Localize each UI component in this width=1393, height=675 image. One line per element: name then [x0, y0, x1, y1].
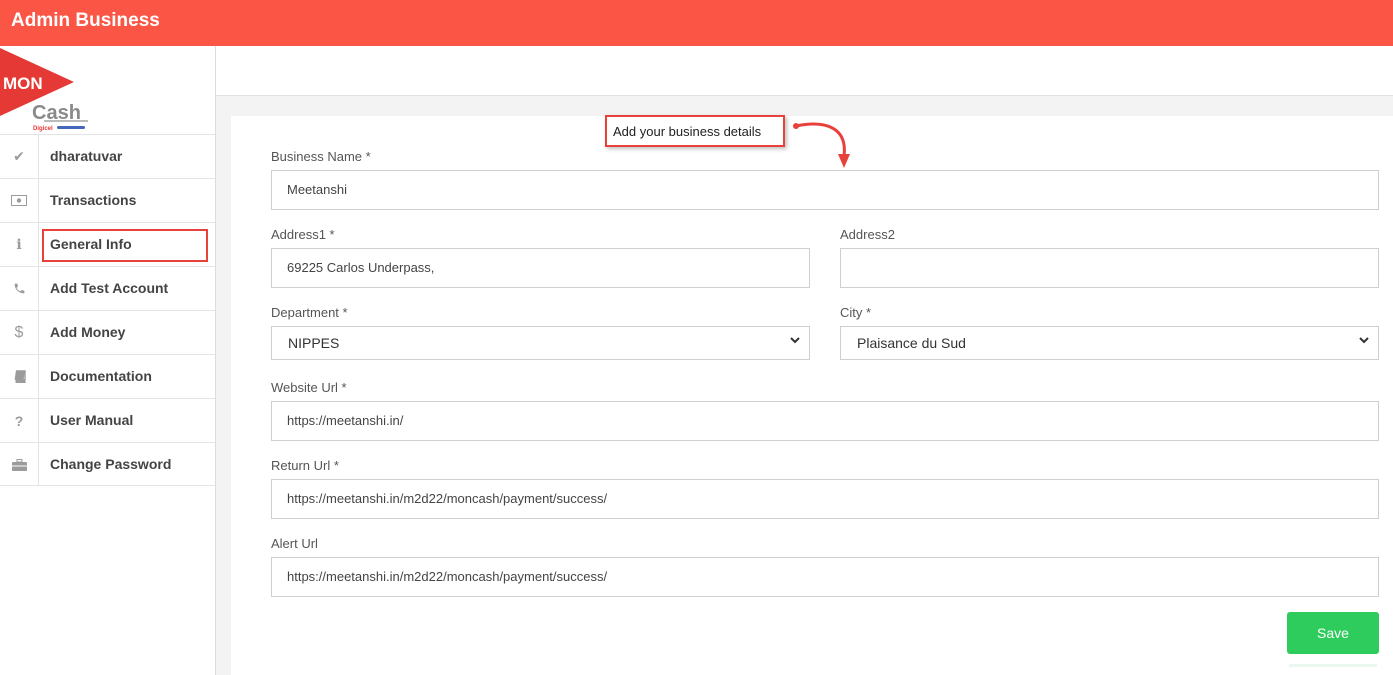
address2-label: Address2: [840, 227, 895, 242]
sidebar-item-user-manual[interactable]: ? User Manual: [0, 398, 215, 442]
website-url-field[interactable]: https://meetanshi.in/: [271, 401, 1379, 441]
check-icon: ✔: [0, 135, 39, 178]
sidebar-item-general-info[interactable]: i General Info: [0, 222, 215, 266]
save-button[interactable]: Save: [1287, 612, 1379, 654]
alert-url-field[interactable]: https://meetanshi.in/m2d22/moncash/payme…: [271, 557, 1379, 597]
sidebar-item-dharatuvar[interactable]: ✔ dharatuvar: [0, 134, 215, 178]
department-value: NIPPES: [288, 335, 340, 351]
annotation-arrow: [793, 122, 850, 168]
sidebar: MON Cash Digicel ✔ dharatuvar Transactio…: [0, 46, 216, 675]
money-icon: [0, 179, 39, 222]
app-title: Admin Business: [11, 10, 160, 31]
sidebar-item-label: Add Money: [50, 324, 126, 340]
website-url-label: Website Url *: [271, 380, 347, 395]
svg-text:Digicel: Digicel: [33, 126, 53, 132]
save-button-shadow: [1289, 664, 1377, 667]
briefcase-icon: [0, 443, 39, 486]
content-header: [216, 46, 1393, 96]
annotation-callout: Add your business details: [605, 115, 785, 147]
department-label: Department *: [271, 305, 348, 320]
dollar-icon: $: [0, 311, 39, 354]
sidebar-item-label: User Manual: [50, 412, 134, 428]
question-icon: ?: [0, 399, 39, 442]
sidebar-item-label: General Info: [50, 236, 132, 252]
sidebar-item-add-money[interactable]: $ Add Money: [0, 310, 215, 354]
city-label: City *: [840, 305, 872, 320]
business-name-label: Business Name *: [271, 149, 371, 164]
alert-url-label: Alert Url: [271, 536, 318, 551]
sidebar-item-label: dharatuvar: [50, 148, 123, 164]
city-select[interactable]: Plaisance du Sud: [840, 326, 1379, 360]
sidebar-item-label: Documentation: [50, 368, 152, 384]
sidebar-item-transactions[interactable]: Transactions: [0, 178, 215, 222]
sidebar-item-change-password[interactable]: Change Password: [0, 442, 215, 486]
city-value: Plaisance du Sud: [857, 335, 966, 351]
sidebar-nav: ✔ dharatuvar Transactions i General Info…: [0, 134, 215, 486]
address1-label: Address1 *: [271, 227, 335, 242]
sidebar-item-label: Add Test Account: [50, 280, 169, 296]
business-name-field[interactable]: Meetanshi: [271, 170, 1379, 210]
moncash-logo: MON Cash Digicel: [0, 46, 216, 134]
phone-icon: [0, 267, 39, 310]
return-url-label: Return Url *: [271, 458, 339, 473]
sidebar-item-documentation[interactable]: Documentation: [0, 354, 215, 398]
chevron-down-icon: [790, 337, 800, 344]
sidebar-item-label: Transactions: [50, 192, 137, 208]
top-bar: Admin Business: [0, 0, 1393, 46]
sidebar-item-add-test-account[interactable]: Add Test Account: [0, 266, 215, 310]
info-icon: i: [0, 223, 39, 266]
address2-field[interactable]: [840, 248, 1379, 288]
sidebar-item-label: Change Password: [50, 456, 172, 472]
return-url-field[interactable]: https://meetanshi.in/m2d22/moncash/payme…: [271, 479, 1379, 519]
address1-field[interactable]: 69225 Carlos Underpass,: [271, 248, 810, 288]
chevron-down-icon: [1359, 337, 1369, 344]
book-icon: [0, 355, 39, 398]
department-select[interactable]: NIPPES: [271, 326, 810, 360]
svg-text:MON: MON: [3, 74, 43, 93]
